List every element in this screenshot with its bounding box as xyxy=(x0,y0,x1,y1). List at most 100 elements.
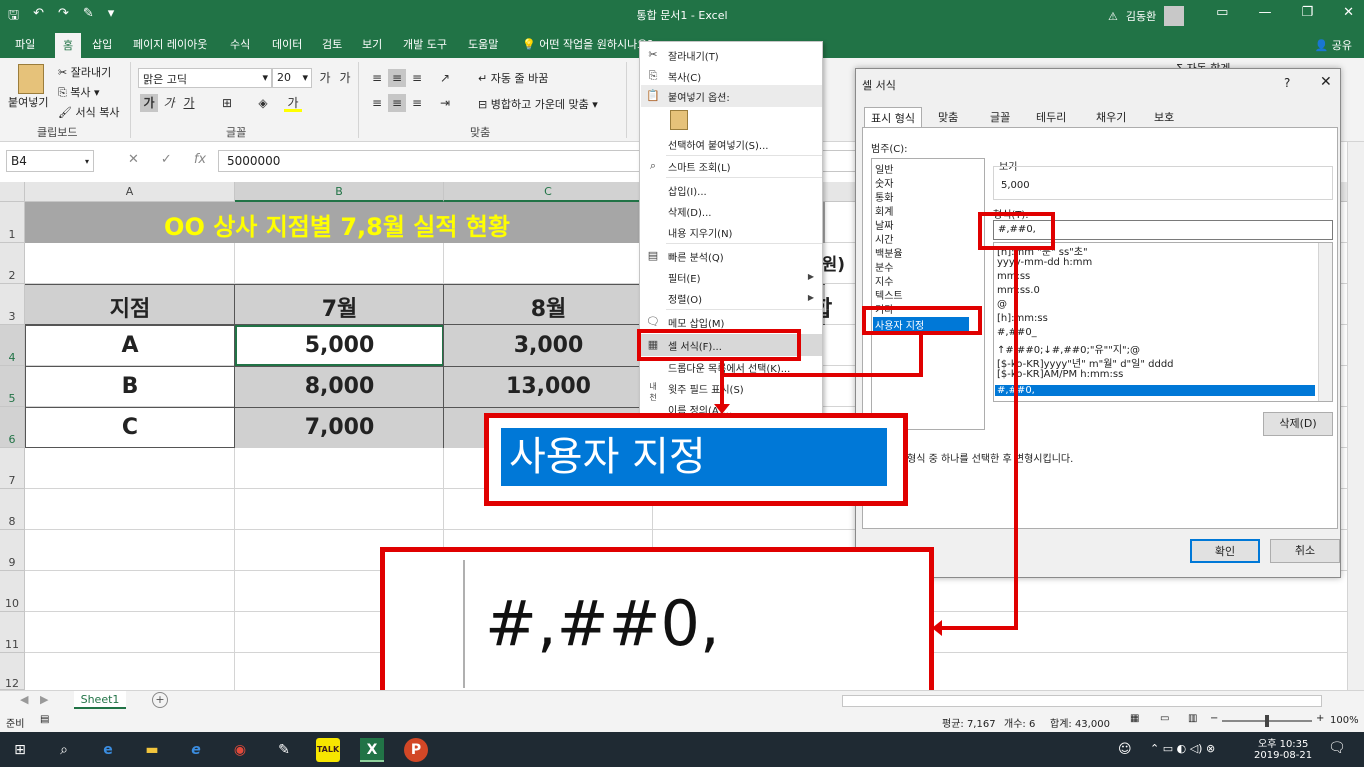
menu-cut[interactable]: 잘라내기(T) xyxy=(668,48,719,63)
shrink-font-icon[interactable]: 가 xyxy=(336,69,354,87)
list-item[interactable]: 날짜 xyxy=(875,217,893,232)
borders-icon[interactable]: ⊞ xyxy=(218,94,236,112)
underline-button[interactable]: 가 xyxy=(180,94,198,112)
cell-b6[interactable]: 7,000 xyxy=(235,415,444,440)
windows-start-icon[interactable]: ⊞ xyxy=(8,738,32,762)
align-right-icon[interactable]: ≡ xyxy=(408,94,426,112)
copy-button[interactable]: ⎘ 복사 ▾ xyxy=(58,84,100,100)
zoom-out-icon[interactable]: − xyxy=(1210,713,1218,724)
notification-icon[interactable]: 🗨 xyxy=(1328,740,1346,756)
tab-data[interactable]: 데이터 xyxy=(272,36,302,52)
row-header-6[interactable]: 6 xyxy=(0,407,25,448)
tab-alignment[interactable]: 맞춤 xyxy=(932,107,964,127)
paste-option-icon[interactable] xyxy=(670,110,688,130)
excel-icon[interactable]: X xyxy=(360,738,384,762)
grow-font-icon[interactable]: 가 xyxy=(316,69,334,87)
row-header-7[interactable]: 7 xyxy=(0,448,25,489)
list-item[interactable]: ↑#,##0;↓#,##0;"유""지";@ xyxy=(997,341,1140,356)
tab-view[interactable]: 보기 xyxy=(362,36,382,52)
vertical-scrollbar[interactable] xyxy=(1347,142,1364,690)
list-item[interactable]: mm:ss.0 xyxy=(997,285,1040,296)
italic-button[interactable]: 가 xyxy=(160,94,178,112)
powerpoint-icon[interactable]: P xyxy=(404,738,428,762)
row-header-9[interactable]: 9 xyxy=(0,530,25,571)
help-icon[interactable]: ? xyxy=(1284,76,1290,90)
cancel-button[interactable]: 취소 xyxy=(1270,539,1340,563)
cell-a5[interactable]: B xyxy=(25,374,235,399)
close-icon[interactable]: ✕ xyxy=(1320,74,1332,90)
scroll-left-icon[interactable]: ◀ xyxy=(20,693,28,706)
menu-paste-special[interactable]: 선택하여 붙여넣기(S)... xyxy=(668,137,768,152)
font-name-select[interactable]: 맑은 고딕 ▾ xyxy=(138,68,272,88)
user-area[interactable]: ⚠ 김동환 xyxy=(1108,6,1185,26)
list-item[interactable]: 시간 xyxy=(875,231,893,246)
cell-b4[interactable]: 5,000 xyxy=(235,333,444,358)
ie-icon[interactable]: e xyxy=(184,738,208,762)
row-header-1[interactable]: 1 xyxy=(0,202,25,243)
tab-page-layout[interactable]: 페이지 레이아웃 xyxy=(133,36,207,52)
bold-button[interactable]: 가 xyxy=(140,94,158,112)
row-header-5[interactable]: 5 xyxy=(0,366,25,407)
insert-function-icon[interactable]: fx xyxy=(194,152,206,167)
format-list[interactable]: [h]:mm "분" ss"초" yyyy-mm-dd h:mm mm:ss m… xyxy=(993,242,1333,402)
menu-phonetic[interactable]: 윗주 필드 표시(S) xyxy=(668,381,744,396)
align-left-icon[interactable]: ≡ xyxy=(368,94,386,112)
header-august[interactable]: 8월 xyxy=(444,291,653,323)
paint-icon[interactable]: ✎ xyxy=(272,738,296,762)
scroll-right-icon[interactable]: ▶ xyxy=(40,693,48,706)
merge-center-button[interactable]: ⊟ 병합하고 가운데 맞춤 ▾ xyxy=(478,96,598,112)
tab-home[interactable]: 홈 xyxy=(55,33,82,58)
chrome-icon[interactable]: ◉ xyxy=(228,738,252,762)
wrap-text-button[interactable]: ↵ 자동 줄 바꿈 xyxy=(478,70,548,86)
menu-smart-lookup[interactable]: 스마트 조회(L) xyxy=(668,159,731,174)
enter-icon[interactable]: ✓ xyxy=(161,152,172,167)
macro-record-icon[interactable]: ▤ xyxy=(40,714,49,725)
indent-icon[interactable]: ⇥ xyxy=(436,94,454,112)
tab-help[interactable]: 도움말 xyxy=(468,36,498,52)
ribbon-display-icon[interactable]: ▭ xyxy=(1216,5,1228,20)
align-middle-icon[interactable]: ≡ xyxy=(388,69,406,87)
zoom-level[interactable]: 100% xyxy=(1330,715,1359,726)
row-header-12[interactable]: 12 xyxy=(0,653,25,690)
paste-icon[interactable] xyxy=(18,64,44,94)
tab-file[interactable]: 파일 xyxy=(15,36,35,52)
tab-developer[interactable]: 개발 도구 xyxy=(403,36,447,52)
tab-insert[interactable]: 삽입 xyxy=(92,36,112,52)
row-header-3[interactable]: 3 xyxy=(0,284,25,325)
zoom-slider-thumb[interactable] xyxy=(1265,715,1269,727)
header-july[interactable]: 7월 xyxy=(235,291,444,323)
menu-insert[interactable]: 삽입(I)... xyxy=(668,183,707,198)
tab-formulas[interactable]: 수식 xyxy=(230,36,250,52)
font-size-select[interactable]: 20 ▾ xyxy=(272,68,312,88)
list-item[interactable]: 백분율 xyxy=(875,245,903,260)
ok-button[interactable]: 확인 xyxy=(1190,539,1260,563)
avatar[interactable] xyxy=(1164,6,1185,26)
page-break-view-icon[interactable]: ▥ xyxy=(1188,713,1197,724)
header-branch[interactable]: 지점 xyxy=(25,291,235,323)
system-tray-icons[interactable]: ⌃ ▭ ◐ ◁) ⊗ xyxy=(1150,742,1215,755)
menu-delete[interactable]: 삭제(D)... xyxy=(668,204,711,219)
column-header-b[interactable]: B xyxy=(235,182,444,202)
normal-view-icon[interactable]: ▦ xyxy=(1130,713,1139,724)
share-button[interactable]: 👤 공유 xyxy=(1315,37,1352,53)
row-header-8[interactable]: 8 xyxy=(0,489,25,530)
list-item-selected[interactable]: #,##0, xyxy=(995,385,1315,396)
list-item[interactable]: [$-ko-KR]yyyy"년" m"월" d"일" dddd xyxy=(997,355,1174,370)
row-header-4[interactable]: 4 xyxy=(0,325,25,366)
menu-filter[interactable]: 필터(E) xyxy=(668,270,701,285)
fill-color-icon[interactable]: ◈ xyxy=(254,94,272,112)
menu-copy[interactable]: 복사(C) xyxy=(668,69,701,84)
kakaotalk-icon[interactable]: TALK xyxy=(316,738,340,762)
tab-number[interactable]: 표시 형식 xyxy=(864,107,922,127)
column-header-c[interactable]: C xyxy=(444,182,653,202)
tell-me-box[interactable]: 💡 어떤 작업을 원하시나요? xyxy=(522,36,653,52)
row-header-2[interactable]: 2 xyxy=(0,243,25,284)
list-item[interactable]: 숫자 xyxy=(875,175,893,190)
restore-icon[interactable]: ❐ xyxy=(1301,5,1313,20)
clock-date[interactable]: 2019-08-21 xyxy=(1254,750,1312,761)
horizontal-scrollbar[interactable] xyxy=(842,695,1322,707)
orientation-icon[interactable]: ↗ xyxy=(436,69,454,87)
people-icon[interactable]: ☺ xyxy=(1118,742,1132,757)
cell-b5[interactable]: 8,000 xyxy=(235,374,444,399)
name-box[interactable]: B4 ▾ xyxy=(6,150,94,172)
